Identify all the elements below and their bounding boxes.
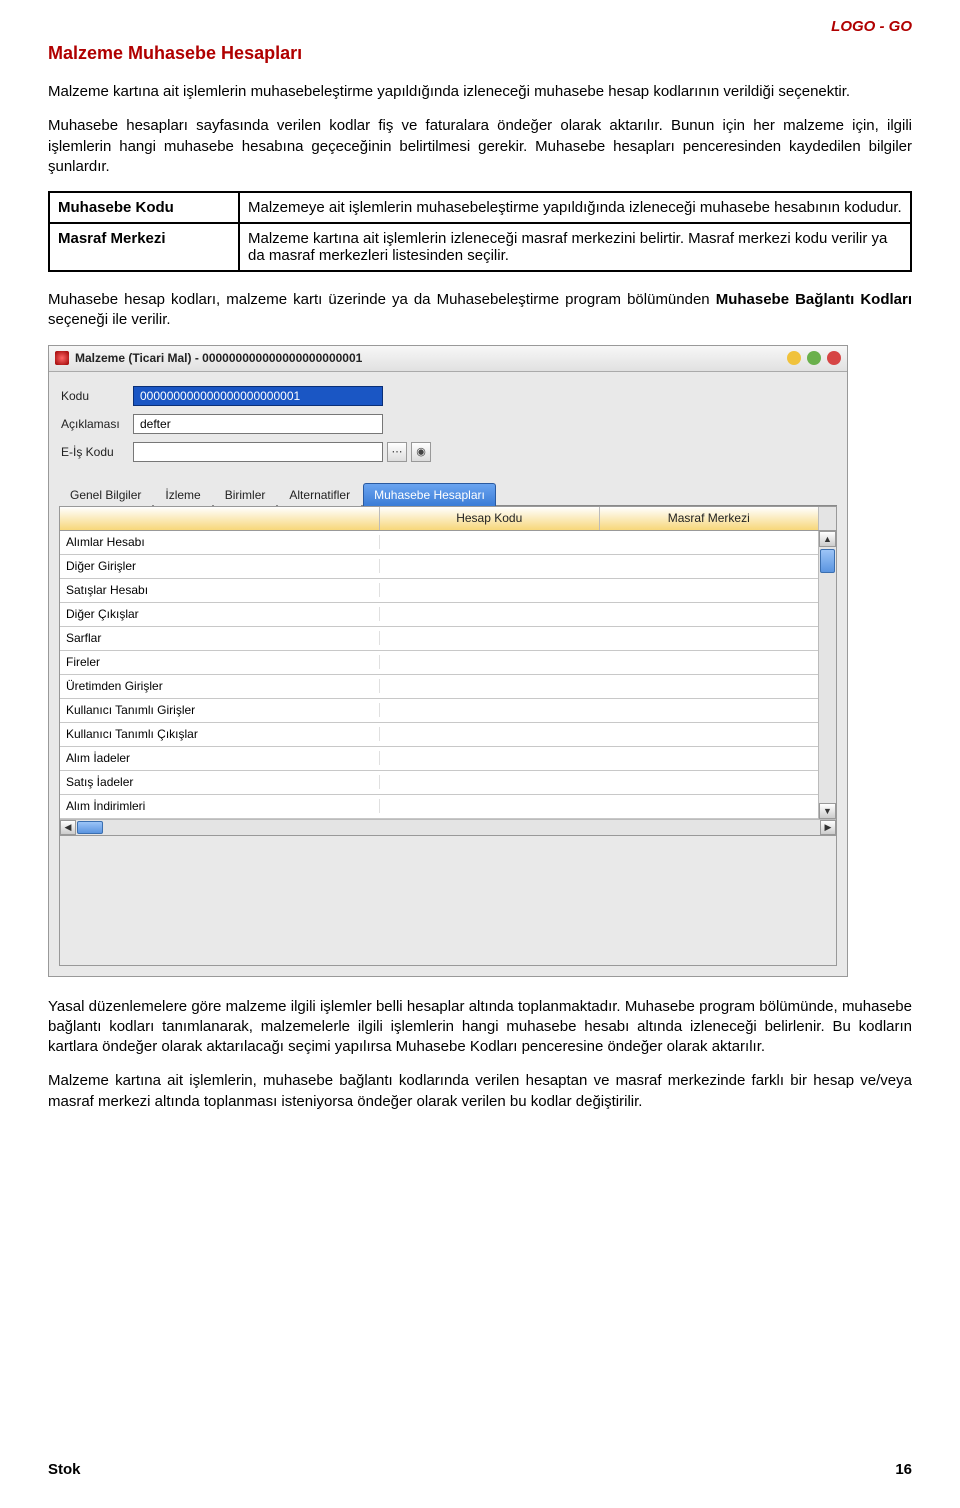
hscroll-thumb[interactable] bbox=[77, 821, 103, 834]
eis-input[interactable] bbox=[133, 442, 383, 462]
grid-rows: Alımlar Hesabı Diğer Girişler Satışlar H… bbox=[60, 531, 818, 819]
table-row[interactable]: Diğer Çıkışlar bbox=[60, 603, 818, 627]
paragraph-3-bold: Muhasebe Bağlantı Kodları bbox=[716, 291, 912, 308]
aciklama-label: Açıklaması bbox=[61, 417, 133, 431]
hscroll-track[interactable] bbox=[104, 820, 820, 835]
scroll-up-icon[interactable]: ▲ bbox=[819, 531, 836, 547]
form-area: Kodu 000000000000000000000001 Açıklaması… bbox=[49, 372, 847, 476]
row-label: Sarflar bbox=[60, 631, 380, 645]
tab-alternatifler[interactable]: Alternatifler bbox=[278, 483, 361, 506]
vertical-scrollbar[interactable]: ▲ ▼ bbox=[818, 531, 836, 819]
horizontal-scrollbar[interactable]: ◀ ▶ bbox=[60, 819, 836, 835]
page-title: Malzeme Muhasebe Hesapları bbox=[48, 43, 912, 64]
tab-strip: Genel Bilgiler İzleme Birimler Alternati… bbox=[59, 482, 837, 506]
definitions-table: Muhasebe Kodu Malzemeye ait işlemlerin m… bbox=[48, 191, 912, 272]
window-lower-area bbox=[59, 836, 837, 966]
grid-header-hesap-kodu[interactable]: Hesap Kodu bbox=[380, 507, 600, 530]
paragraph-3: Muhasebe hesap kodları, malzeme kartı üz… bbox=[48, 290, 912, 331]
table-row[interactable]: Üretimden Girişler bbox=[60, 675, 818, 699]
paragraph-4: Yasal düzenlemelere göre malzeme ilgili … bbox=[48, 997, 912, 1058]
footer-page-number: 16 bbox=[895, 1461, 912, 1478]
def-val-muhasebe-kodu: Malzemeye ait işlemlerin muhasebeleştirm… bbox=[239, 192, 911, 223]
paragraph-5: Malzeme kartına ait işlemlerin, muhasebe… bbox=[48, 1071, 912, 1112]
paragraph-3-pre: Muhasebe hesap kodları, malzeme kartı üz… bbox=[48, 291, 716, 308]
tab-muhasebe-hesaplari[interactable]: Muhasebe Hesapları bbox=[363, 483, 496, 506]
window-title-text: Malzeme (Ticari Mal) - 00000000000000000… bbox=[75, 351, 781, 365]
eis-label: E-İş Kodu bbox=[61, 445, 133, 459]
table-row[interactable]: Alımlar Hesabı bbox=[60, 531, 818, 555]
eis-globe-button[interactable]: ◉ bbox=[411, 442, 431, 462]
def-key-muhasebe-kodu: Muhasebe Kodu bbox=[49, 192, 239, 223]
scroll-left-icon[interactable]: ◀ bbox=[60, 820, 76, 835]
eis-lookup-button[interactable]: ⋯ bbox=[387, 442, 407, 462]
def-key-masraf-merkezi: Masraf Merkezi bbox=[49, 223, 239, 271]
table-row[interactable]: Kullanıcı Tanımlı Girişler bbox=[60, 699, 818, 723]
scroll-thumb[interactable] bbox=[820, 549, 835, 573]
table-row[interactable]: Kullanıcı Tanımlı Çıkışlar bbox=[60, 723, 818, 747]
window-app-icon bbox=[55, 351, 69, 365]
close-icon[interactable] bbox=[827, 351, 841, 365]
table-row[interactable]: Satışlar Hesabı bbox=[60, 579, 818, 603]
intro-paragraph-2: Muhasebe hesapları sayfasında verilen ko… bbox=[48, 116, 912, 177]
def-val-masraf-merkezi: Malzeme kartına ait işlemlerin izleneceğ… bbox=[239, 223, 911, 271]
grid-header-blank[interactable] bbox=[60, 507, 380, 530]
table-row[interactable]: Fireler bbox=[60, 651, 818, 675]
scroll-right-icon[interactable]: ▶ bbox=[820, 820, 836, 835]
row-label: Diğer Çıkışlar bbox=[60, 607, 380, 621]
tab-izleme[interactable]: İzleme bbox=[154, 483, 211, 506]
footer-left: Stok bbox=[48, 1461, 81, 1478]
table-row[interactable]: Alım İadeler bbox=[60, 747, 818, 771]
kodu-input[interactable]: 000000000000000000000001 bbox=[133, 386, 383, 406]
accounts-grid: Hesap Kodu Masraf Merkezi Alımlar Hesabı… bbox=[59, 506, 837, 836]
app-window: Malzeme (Ticari Mal) - 00000000000000000… bbox=[48, 345, 848, 977]
table-row[interactable]: Alım İndirimleri bbox=[60, 795, 818, 819]
kodu-label: Kodu bbox=[61, 389, 133, 403]
tab-genel-bilgiler[interactable]: Genel Bilgiler bbox=[59, 483, 152, 506]
maximize-icon[interactable] bbox=[807, 351, 821, 365]
aciklama-input[interactable]: defter bbox=[133, 414, 383, 434]
page-footer: Stok 16 bbox=[48, 1461, 912, 1478]
row-label: Kullanıcı Tanımlı Çıkışlar bbox=[60, 727, 380, 741]
row-label: Satışlar Hesabı bbox=[60, 583, 380, 597]
grid-header-masraf-merkezi[interactable]: Masraf Merkezi bbox=[600, 507, 819, 530]
row-label: Alımlar Hesabı bbox=[60, 535, 380, 549]
row-label: Fireler bbox=[60, 655, 380, 669]
scroll-down-icon[interactable]: ▼ bbox=[819, 803, 836, 819]
row-label: Diğer Girişler bbox=[60, 559, 380, 573]
table-row[interactable]: Sarflar bbox=[60, 627, 818, 651]
grid-header-scroll-spacer bbox=[818, 507, 836, 530]
row-label: Üretimden Girişler bbox=[60, 679, 380, 693]
row-label: Alım İndirimleri bbox=[60, 799, 380, 813]
tab-birimler[interactable]: Birimler bbox=[214, 483, 277, 506]
window-titlebar[interactable]: Malzeme (Ticari Mal) - 00000000000000000… bbox=[49, 346, 847, 372]
table-row[interactable]: Satış İadeler bbox=[60, 771, 818, 795]
paragraph-3-post: seçeneği ile verilir. bbox=[48, 311, 171, 328]
brand-label: LOGO - GO bbox=[48, 18, 912, 35]
minimize-icon[interactable] bbox=[787, 351, 801, 365]
row-label: Satış İadeler bbox=[60, 775, 380, 789]
grid-header: Hesap Kodu Masraf Merkezi bbox=[60, 507, 836, 531]
intro-paragraph-1: Malzeme kartına ait işlemlerin muhasebel… bbox=[48, 82, 912, 102]
row-label: Alım İadeler bbox=[60, 751, 380, 765]
table-row[interactable]: Diğer Girişler bbox=[60, 555, 818, 579]
row-label: Kullanıcı Tanımlı Girişler bbox=[60, 703, 380, 717]
